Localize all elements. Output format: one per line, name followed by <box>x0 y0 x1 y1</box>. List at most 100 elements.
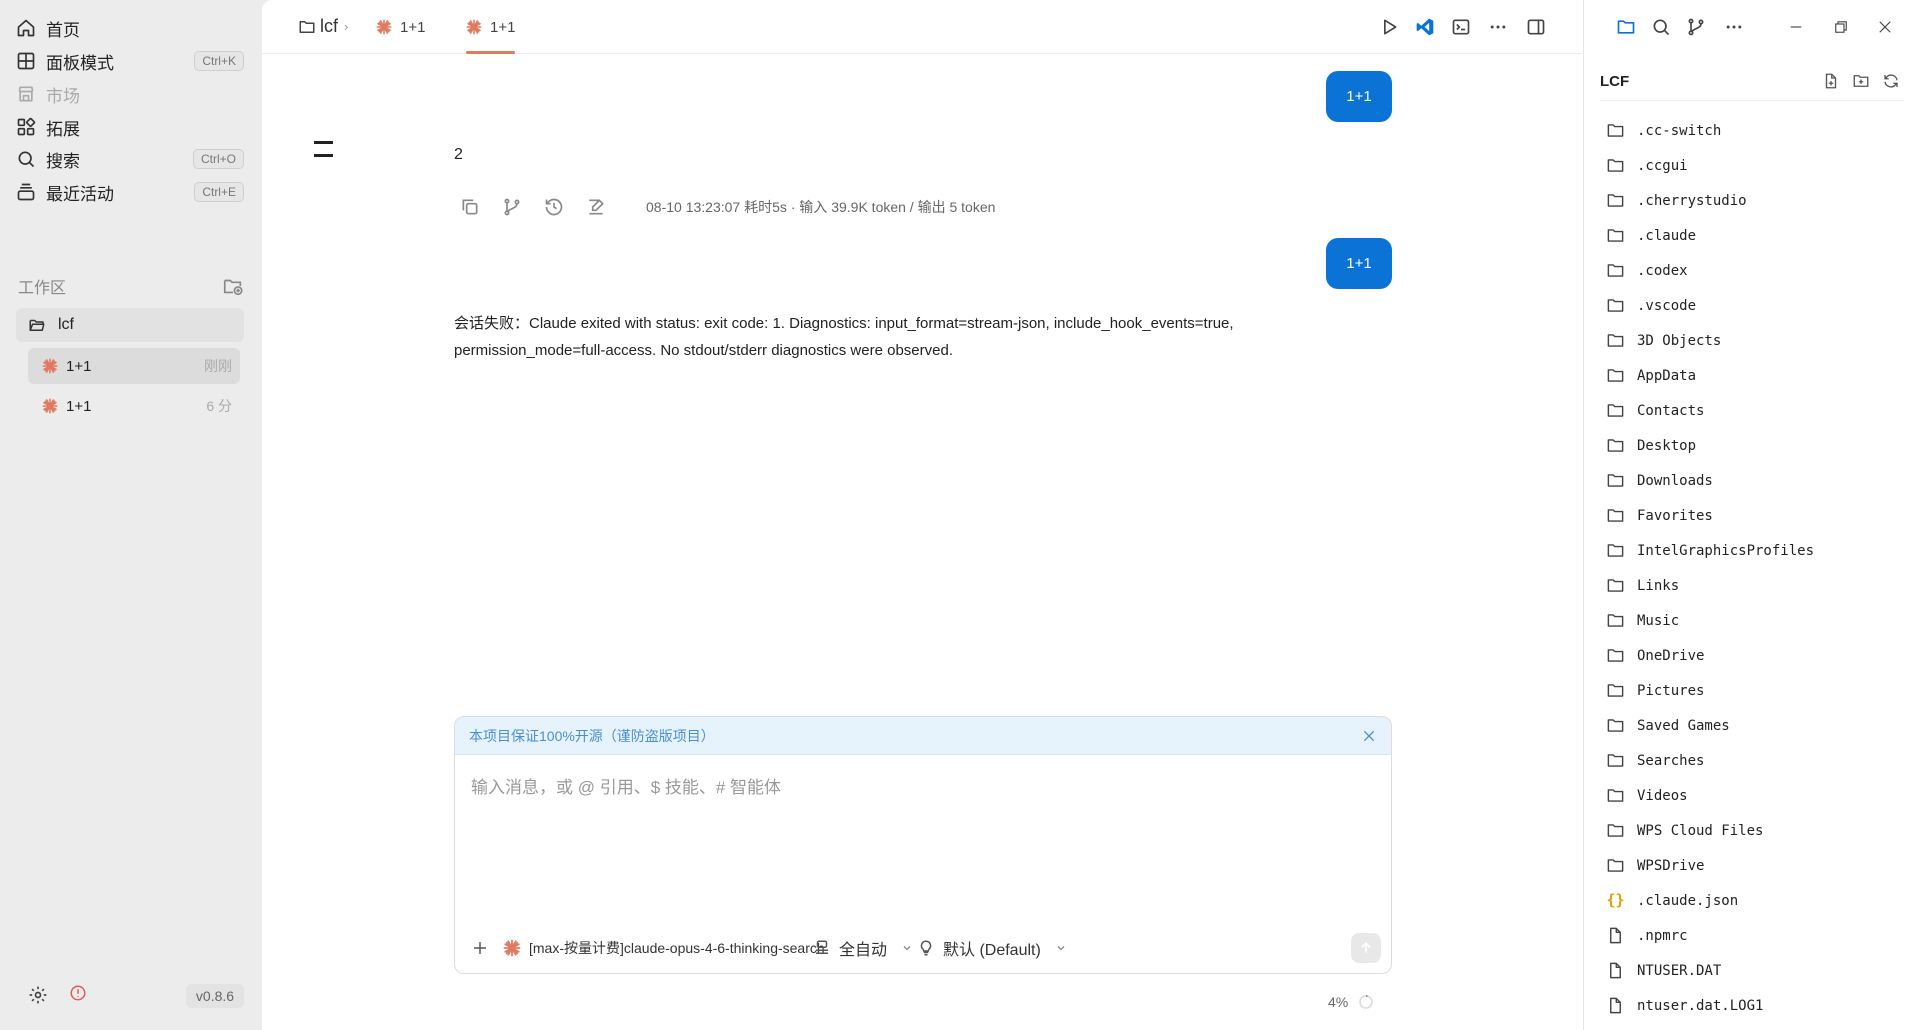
vscode-icon[interactable] <box>1415 17 1435 37</box>
terminal-icon[interactable] <box>1451 17 1471 37</box>
explorer-title: LCF <box>1600 73 1630 90</box>
session-title: 1+1 <box>66 357 92 375</box>
arrow-up-icon <box>1359 941 1373 955</box>
new-file-icon[interactable] <box>1822 72 1840 90</box>
folder-item[interactable]: Music <box>1606 603 1906 638</box>
toggle-panel-icon[interactable] <box>1526 17 1546 37</box>
nav-recent[interactable]: 最近活动 Ctrl+E <box>16 176 244 208</box>
folder-open-icon <box>28 316 46 334</box>
notice-text: 本项目保证100%开源（谨防盗版项目） <box>469 727 715 744</box>
folder-icon[interactable] <box>1616 17 1636 37</box>
folder-item[interactable]: Desktop <box>1606 428 1906 463</box>
breadcrumb[interactable]: lcf › <box>298 16 348 37</box>
folder-item[interactable]: .cherrystudio <box>1606 183 1906 218</box>
divider <box>1600 100 1904 101</box>
composer: 本项目保证100%开源（谨防盗版项目） [max-按量计费]claude-opu… <box>454 716 1392 974</box>
nav-home[interactable]: 首页 <box>16 12 244 44</box>
folder-item[interactable]: .ccgui <box>1606 148 1906 183</box>
git-branch-icon[interactable] <box>1686 17 1706 37</box>
project-lcf[interactable]: lcf <box>16 308 244 342</box>
tab-label: 1+1 <box>490 18 516 36</box>
file-name: IntelGraphicsProfiles <box>1637 542 1815 559</box>
folder-icon <box>1606 786 1625 805</box>
folder-item[interactable]: OneDrive <box>1606 638 1906 673</box>
folder-item[interactable]: AppData <box>1606 358 1906 393</box>
close-window-icon[interactable] <box>1876 18 1894 36</box>
folder-item[interactable]: Links <box>1606 568 1906 603</box>
folder-item[interactable]: WPS Cloud Files <box>1606 813 1906 848</box>
folder-icon <box>1606 261 1625 280</box>
tab-label: 1+1 <box>400 18 426 36</box>
restore-icon[interactable] <box>1832 18 1850 36</box>
folder-item[interactable]: Searches <box>1606 743 1906 778</box>
folder-item[interactable]: Favorites <box>1606 498 1906 533</box>
folder-item[interactable]: Pictures <box>1606 673 1906 708</box>
nav-panel-mode[interactable]: 面板模式 Ctrl+K <box>16 45 244 77</box>
folder-item[interactable]: IntelGraphicsProfiles <box>1606 533 1906 568</box>
folder-item[interactable]: Contacts <box>1606 393 1906 428</box>
minimize-icon[interactable] <box>1787 18 1805 36</box>
message-input[interactable] <box>471 773 1371 913</box>
context-usage-percent: 4% <box>1328 994 1349 1010</box>
folder-item[interactable]: .claude <box>1606 218 1906 253</box>
new-folder-icon[interactable] <box>1852 72 1870 90</box>
folder-icon <box>1606 121 1625 140</box>
file-name: .codex <box>1637 262 1688 279</box>
mode-selector[interactable]: 全自动 <box>813 935 913 961</box>
assistant-answer: 2 <box>454 146 463 163</box>
history-icon[interactable] <box>544 197 564 217</box>
more-icon[interactable] <box>1488 17 1508 37</box>
add-folder-icon[interactable] <box>222 275 244 297</box>
shortcut-badge: Ctrl+E <box>194 182 244 202</box>
tab-session[interactable]: 1+1 <box>376 0 425 54</box>
nav-search[interactable]: 搜索 Ctrl+O <box>16 143 244 175</box>
file-item[interactable]: {} .claude.json <box>1606 883 1906 918</box>
workspace-label: 工作区 <box>18 280 67 297</box>
settings-icon[interactable] <box>28 985 48 1005</box>
claude-icon <box>503 939 521 957</box>
attach-button[interactable] <box>471 935 489 961</box>
session-item[interactable]: 1+1 6 分 <box>28 388 240 424</box>
nav-home-label: 首页 <box>46 20 80 40</box>
effort-selector[interactable]: 默认 (Default) <box>917 935 1067 961</box>
folder-item[interactable]: .vscode <box>1606 288 1906 323</box>
run-icon[interactable] <box>1379 17 1399 37</box>
search-icon[interactable] <box>1651 17 1671 37</box>
folder-item[interactable]: Saved Games <box>1606 708 1906 743</box>
file-name: .npmrc <box>1637 927 1688 944</box>
folder-item[interactable]: .cc-switch <box>1606 113 1906 148</box>
copy-icon[interactable] <box>460 197 480 217</box>
plus-icon <box>471 939 489 957</box>
model-selector[interactable]: [max-按量计费]claude-opus-4-6-thinking-searc… <box>503 935 825 961</box>
refresh-icon[interactable] <box>1882 72 1900 90</box>
breadcrumb-separator: › <box>344 19 349 34</box>
folder-icon <box>1606 191 1625 210</box>
file-explorer: LCF .cc-switch .ccgui .cherrystudio .claude… <box>1584 0 1920 1030</box>
send-button[interactable] <box>1351 933 1381 963</box>
file-item[interactable]: .npmrc <box>1606 918 1906 953</box>
edit-icon[interactable] <box>586 197 606 217</box>
folder-item[interactable]: Videos <box>1606 778 1906 813</box>
file-item[interactable]: NTUSER.DAT <box>1606 953 1906 988</box>
session-item[interactable]: 1+1 刚刚 <box>28 348 240 384</box>
nav-extensions[interactable]: 拓展 <box>16 111 244 143</box>
file-name: Videos <box>1637 787 1688 804</box>
branch-icon[interactable] <box>502 197 522 217</box>
folder-item[interactable]: Downloads <box>1606 463 1906 498</box>
mode-label: 全自动 <box>839 942 888 959</box>
folder-item[interactable]: WPSDrive <box>1606 848 1906 883</box>
folder-item[interactable]: 3D Objects <box>1606 323 1906 358</box>
nav-market[interactable]: 市场 <box>16 78 244 110</box>
more-icon[interactable] <box>1724 17 1744 37</box>
folder-icon <box>1606 156 1625 175</box>
close-icon[interactable] <box>1361 728 1377 744</box>
file-item[interactable]: ntuser.dat.LOG1 <box>1606 988 1906 1023</box>
context-usage: 4% <box>1328 994 1374 1010</box>
folder-icon <box>1606 296 1625 315</box>
file-name: ntuser.dat.LOG1 <box>1637 997 1764 1014</box>
alert-icon[interactable] <box>69 984 87 1002</box>
nav-extensions-label: 拓展 <box>46 119 80 139</box>
session-time: 6 分 <box>206 398 232 414</box>
folder-item[interactable]: .codex <box>1606 253 1906 288</box>
tab-session-active[interactable]: 1+1 <box>466 0 516 54</box>
